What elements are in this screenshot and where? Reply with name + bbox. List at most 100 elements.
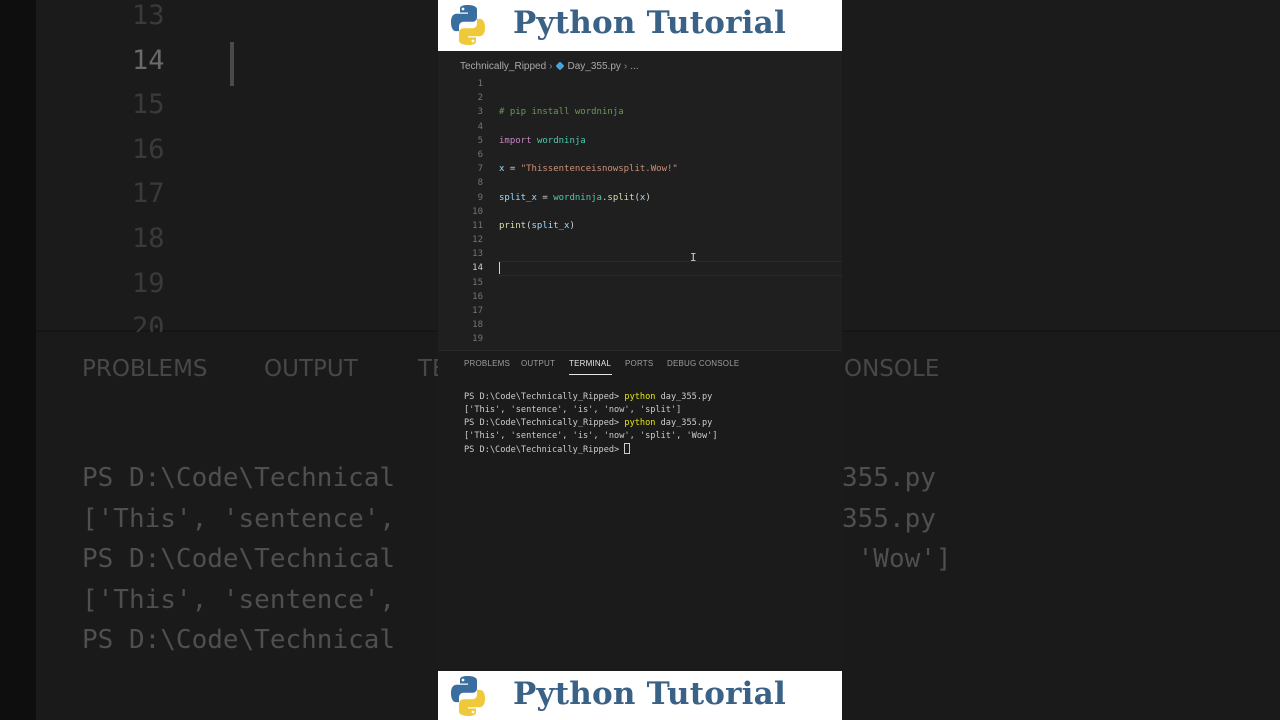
line-number: 2 bbox=[477, 93, 483, 104]
breadcrumb-more[interactable]: ... bbox=[630, 61, 638, 72]
terminal-line: ['This', 'sentence', 'is', 'now', 'split… bbox=[464, 405, 682, 415]
tab-debug-console[interactable]: DEBUG CONSOLE bbox=[667, 359, 739, 368]
line-number: 11 bbox=[472, 220, 483, 231]
line-number: 5 bbox=[477, 135, 483, 146]
code-line[interactable] bbox=[499, 304, 842, 318]
paren-token: ) bbox=[569, 220, 575, 231]
breadcrumb-folder[interactable]: Technically_Ripped bbox=[460, 61, 546, 72]
line-number: 8 bbox=[477, 178, 483, 189]
line-number: 7 bbox=[477, 164, 483, 175]
bg-line-number: 15 bbox=[132, 89, 165, 121]
terminal-line: PS D:\Code\Technically_Ripped> python da… bbox=[464, 391, 718, 404]
tab-problems[interactable]: PROBLEMS bbox=[464, 359, 510, 368]
bg-tab: OUTPUT bbox=[264, 356, 358, 382]
breadcrumb-file[interactable]: Day_355.py bbox=[568, 61, 621, 72]
bg-line-number: 18 bbox=[132, 222, 165, 254]
module-token: wordninja bbox=[536, 135, 586, 146]
line-number: 6 bbox=[477, 149, 483, 160]
code-line[interactable] bbox=[499, 148, 842, 162]
function-token: print bbox=[499, 220, 527, 231]
code-area[interactable]: # pip install wordninja import wordninja… bbox=[499, 77, 842, 347]
tab-ports[interactable]: PORTS bbox=[625, 359, 653, 368]
terminal-command: python bbox=[624, 392, 656, 402]
code-line[interactable] bbox=[499, 318, 842, 332]
terminal-prompt: PS D:\Code\Technically_Ripped> bbox=[464, 418, 625, 428]
tab-terminal[interactable]: TERMINAL bbox=[569, 359, 611, 368]
variable-token: split_x bbox=[499, 192, 537, 203]
bg-tab: PROBLEMS bbox=[82, 356, 208, 382]
python-logo-icon bbox=[451, 5, 485, 45]
active-tab-indicator bbox=[569, 374, 612, 375]
terminal-prompt: PS D:\Code\Technically_Ripped> bbox=[464, 445, 625, 455]
paren-token: ) bbox=[645, 192, 651, 203]
bg-term-line: ['This', 'sentence', bbox=[82, 584, 396, 615]
bg-tab: ONSOLE bbox=[844, 356, 940, 382]
line-number: 19 bbox=[472, 334, 483, 345]
bg-term-line: PS D:\Code\Technical bbox=[82, 463, 396, 493]
line-number-active: 14 bbox=[472, 263, 483, 274]
line-number: 18 bbox=[472, 320, 483, 331]
code-line[interactable] bbox=[499, 276, 842, 290]
code-line[interactable]: print(split_x) bbox=[499, 219, 842, 233]
top-banner: Python Tutorial bbox=[438, 0, 842, 51]
breadcrumb: Technically_Ripped › Day_355.py ›... bbox=[460, 61, 639, 72]
chevron-right-icon: › bbox=[623, 61, 628, 72]
banner-title: Python Tutorial bbox=[513, 676, 786, 712]
line-number: 4 bbox=[477, 121, 483, 132]
code-line[interactable] bbox=[499, 176, 842, 190]
line-number: 10 bbox=[472, 206, 483, 217]
terminal-cursor bbox=[624, 443, 631, 454]
bg-term-line: ['This', 'sentence', bbox=[82, 503, 396, 534]
tab-output[interactable]: OUTPUT bbox=[521, 359, 555, 368]
background-terminal-right: 355.py 355.py 'Wow'] bbox=[842, 458, 952, 580]
line-number: 17 bbox=[472, 306, 483, 316]
background-line-numbers: 13 14 15 16 17 18 19 20 bbox=[132, 0, 165, 351]
code-line[interactable] bbox=[499, 332, 842, 346]
code-line[interactable]: import wordninja bbox=[499, 134, 842, 148]
module-token: wordninja bbox=[553, 192, 602, 203]
line-number: 9 bbox=[477, 192, 483, 203]
text-cursor bbox=[499, 262, 500, 275]
line-number: 13 bbox=[472, 249, 483, 260]
operator-token: = bbox=[536, 192, 554, 203]
terminal-line: ['This', 'sentence', 'is', 'now', 'split… bbox=[464, 431, 718, 441]
code-line[interactable] bbox=[499, 77, 842, 91]
bg-line-number: 16 bbox=[132, 133, 165, 165]
background-terminal-left: PS D:\Code\Technical ['This', 'sentence',… bbox=[82, 458, 395, 661]
bg-term-line: PS D:\Code\Technical bbox=[82, 625, 396, 655]
code-line[interactable] bbox=[499, 247, 842, 261]
terminal-prompt: PS D:\Code\Technically_Ripped> bbox=[464, 392, 625, 402]
line-number: 1 bbox=[477, 79, 483, 89]
code-line[interactable]: split_x = wordninja.split(x) bbox=[499, 191, 842, 205]
bg-line-number: 19 bbox=[132, 267, 165, 299]
line-number-gutter: 1 2 3 4 5 6 7 8 9 10 11 12 13 14 15 16 1… bbox=[438, 77, 483, 347]
code-line[interactable] bbox=[499, 290, 842, 304]
line-number: 16 bbox=[472, 291, 483, 302]
code-line[interactable] bbox=[499, 91, 842, 105]
bg-line-number: 14 bbox=[132, 44, 165, 76]
bg-line-number: 13 bbox=[132, 0, 165, 31]
line-number: 3 bbox=[477, 107, 483, 118]
terminal-output[interactable]: PS D:\Code\Technically_Ripped> python da… bbox=[464, 391, 718, 457]
code-line[interactable] bbox=[499, 205, 842, 219]
video-frame: Python Tutorial Technically_Ripped › Day_3… bbox=[438, 0, 842, 720]
code-line-active[interactable] bbox=[499, 261, 842, 276]
bg-cursor bbox=[230, 42, 234, 86]
terminal-line: PS D:\Code\Technically_Ripped> bbox=[464, 443, 718, 457]
bottom-banner: Python Tutorial bbox=[438, 671, 842, 720]
ibeam-cursor-icon: I bbox=[690, 251, 697, 264]
code-line[interactable]: # pip install wordninja bbox=[499, 105, 842, 119]
terminal-argument: day_355.py bbox=[655, 392, 713, 402]
code-line[interactable] bbox=[499, 120, 842, 134]
code-line[interactable] bbox=[499, 233, 842, 247]
bg-term-line: PS D:\Code\Technical bbox=[82, 544, 396, 574]
line-number: 12 bbox=[472, 235, 483, 246]
code-line[interactable]: x = "Thissentenceisnowsplit.Wow!" bbox=[499, 162, 842, 176]
terminal-command: python bbox=[624, 418, 656, 428]
line-number: 15 bbox=[472, 277, 483, 288]
python-file-icon bbox=[554, 61, 565, 71]
code-editor[interactable]: Technically_Ripped › Day_355.py ›... 1 2 3 … bbox=[438, 51, 842, 349]
bg-left-shade bbox=[0, 0, 36, 720]
python-logo-icon bbox=[451, 676, 485, 716]
bg-term-line: 'Wow'] bbox=[842, 544, 952, 574]
